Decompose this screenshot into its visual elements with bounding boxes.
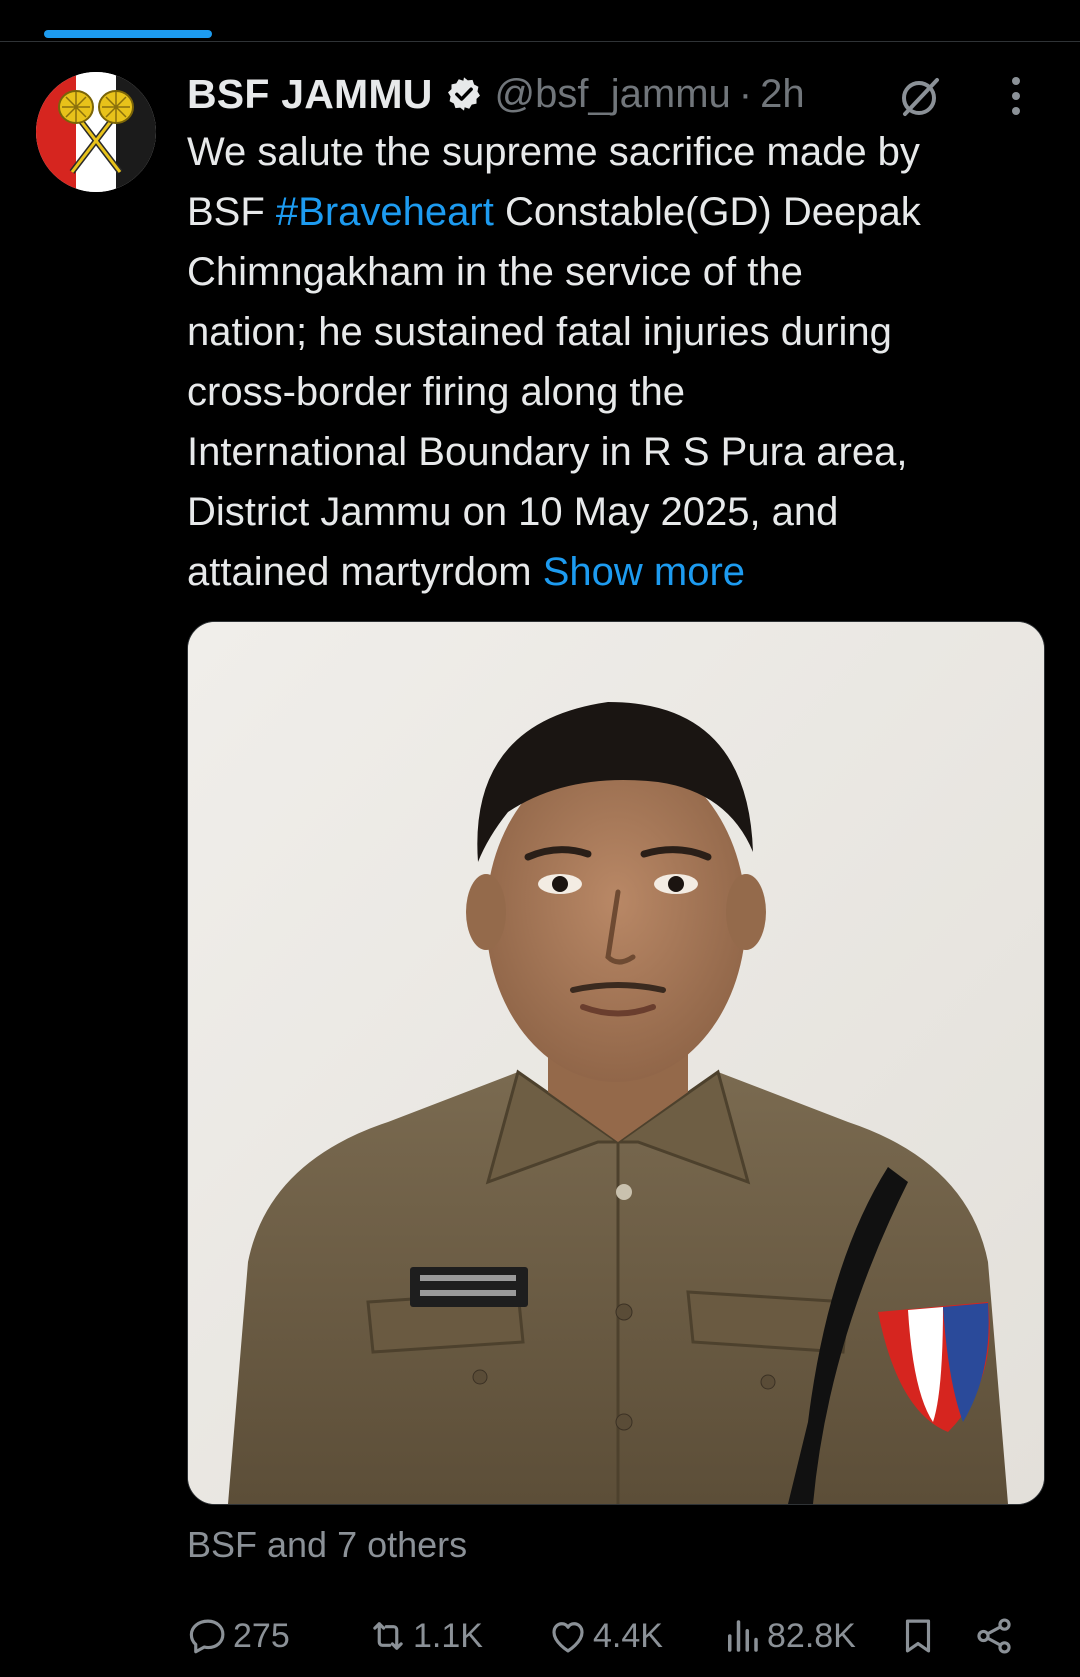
- post-text-line: attained martyrdom Show more: [187, 542, 1047, 602]
- reply-button[interactable]: 275: [187, 1610, 290, 1662]
- bookmark-icon: [905, 1619, 931, 1653]
- like-count: 4.4K: [593, 1616, 663, 1655]
- post-text-line: BSF #Braveheart Constable(GD) Deepak: [187, 182, 1047, 242]
- repost-icon: [373, 1622, 403, 1650]
- share-icon: [977, 1618, 1011, 1654]
- post-text-line: We salute the supreme sacrifice made by: [187, 130, 920, 174]
- top-progress-bar: [44, 30, 212, 38]
- post-text-line: nation; he sustained fatal injuries duri…: [187, 310, 892, 354]
- avatar[interactable]: [36, 72, 156, 192]
- reply-count: 275: [233, 1616, 290, 1655]
- views-button[interactable]: 82.8K: [721, 1610, 856, 1662]
- share-button[interactable]: [973, 1610, 1015, 1662]
- like-button[interactable]: 4.4K: [547, 1610, 663, 1662]
- display-name[interactable]: BSF JAMMU: [187, 71, 433, 118]
- post-timestamp[interactable]: 2h: [760, 72, 805, 117]
- user-handle[interactable]: @bsf_jammu: [495, 72, 731, 117]
- separator-dot: ·: [738, 71, 753, 116]
- post-text-line: Chimngakham in the service of the: [187, 250, 803, 294]
- hashtag-link[interactable]: #Braveheart: [276, 190, 494, 234]
- post-header: BSF JAMMU @bsf_jammu · 2h: [187, 66, 1057, 122]
- views-count: 82.8K: [767, 1616, 856, 1655]
- text-segment: BSF: [187, 190, 265, 234]
- post-text-line: District Jammu on 10 May 2025, and: [187, 490, 839, 534]
- views-icon: [728, 1620, 758, 1652]
- top-divider: [0, 41, 1080, 42]
- post-text: We salute the supreme sacrifice made by …: [187, 122, 1047, 602]
- show-more-link[interactable]: Show more: [543, 550, 745, 594]
- like-icon: [552, 1622, 584, 1653]
- action-bar: 275 1.1K 4.4K 82.8K: [187, 1610, 1017, 1662]
- post-text-line: cross-border firing along the: [187, 370, 686, 414]
- bookmark-button[interactable]: [897, 1610, 939, 1662]
- verified-badge-icon: [447, 77, 480, 111]
- text-segment: attained martyrdom: [187, 550, 532, 594]
- repost-count: 1.1K: [413, 1616, 483, 1655]
- text-segment: Constable(GD) Deepak: [504, 190, 921, 234]
- post-text-line: International Boundary in R S Pura area,: [187, 430, 908, 474]
- portrait-photo: [188, 622, 1044, 1504]
- post-image[interactable]: [187, 621, 1045, 1505]
- liked-by-text[interactable]: BSF and 7 others: [187, 1524, 467, 1566]
- reply-icon: [189, 1619, 225, 1654]
- grok-icon[interactable]: [897, 72, 945, 120]
- bsf-emblem-icon: [36, 72, 156, 192]
- more-options-icon[interactable]: [1009, 72, 1023, 120]
- repost-button[interactable]: 1.1K: [367, 1610, 483, 1662]
